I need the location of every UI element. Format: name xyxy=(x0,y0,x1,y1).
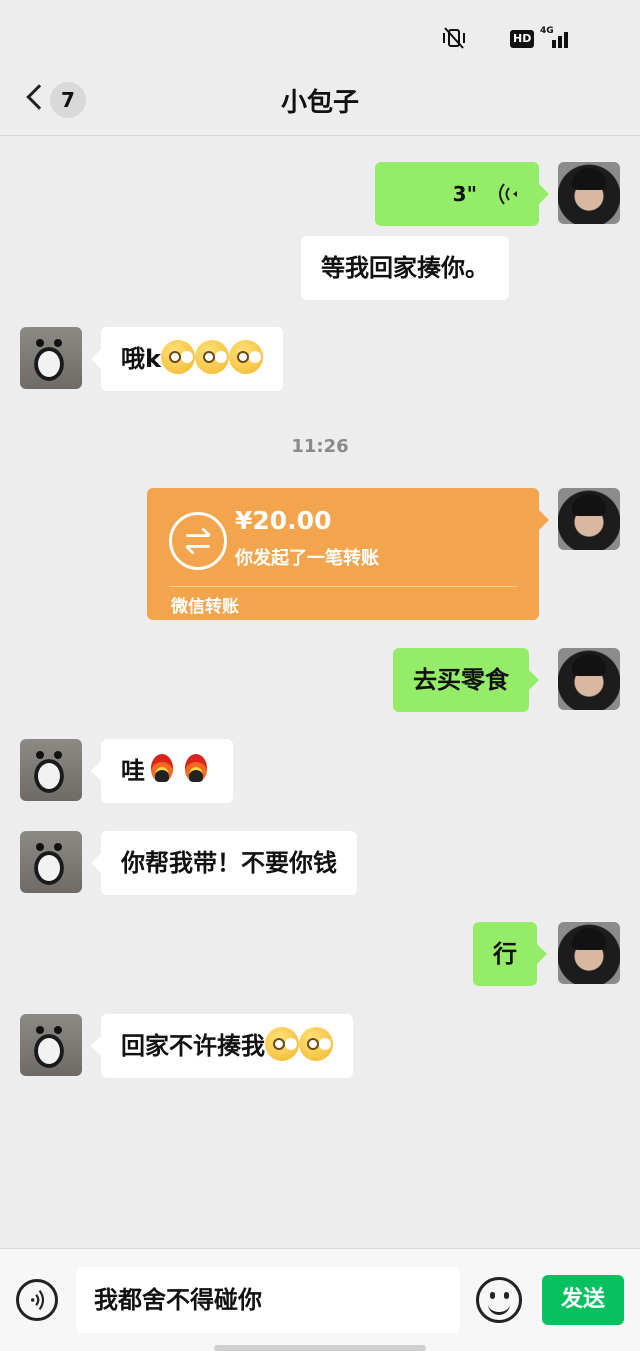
fire-penguin-emoji xyxy=(145,752,179,786)
my-avatar[interactable] xyxy=(558,648,620,710)
network-type-label: 4G xyxy=(540,26,554,36)
message-text: 去买零食 xyxy=(413,666,509,694)
contact-avatar[interactable] xyxy=(20,739,82,801)
vibrate-mute-icon xyxy=(443,27,465,49)
transfer-arrows-icon xyxy=(169,512,227,570)
my-avatar[interactable] xyxy=(558,162,620,224)
send-button[interactable]: 发送 xyxy=(542,1275,624,1325)
chat-message-bubble[interactable]: 你帮我带！不要你钱 xyxy=(91,831,357,895)
salute-face-emoji xyxy=(265,1027,299,1061)
salute-face-emoji xyxy=(194,340,229,374)
chat-header: 7 小包子 xyxy=(0,70,640,136)
emoji-icon[interactable] xyxy=(476,1277,522,1323)
transfer-amount: ¥20.00 xyxy=(235,506,332,535)
transfer-description: 你发起了一笔转账 xyxy=(235,548,379,569)
message-input[interactable]: 我都舍不得碰你 xyxy=(76,1267,460,1333)
fire-penguin-emoji xyxy=(179,752,213,786)
voice-wave-icon xyxy=(499,183,517,205)
hd-icon: HD xyxy=(510,30,535,48)
divider xyxy=(169,586,517,587)
chat-message-bubble[interactable]: 去买零食 xyxy=(393,648,539,712)
chat-message-bubble[interactable]: 等我回家揍你。 xyxy=(301,236,509,300)
salute-face-emoji xyxy=(160,340,195,374)
message-text: 等我回家揍你。 xyxy=(321,254,489,282)
transfer-footer: 微信转账 xyxy=(171,597,239,617)
signal-icon: 4G xyxy=(540,26,570,50)
message-text: 哦k xyxy=(121,345,161,373)
message-timestamp: 11:26 xyxy=(291,436,349,457)
voice-mode-icon[interactable] xyxy=(16,1279,58,1321)
input-bar: 我都舍不得碰你 发送 xyxy=(0,1248,640,1351)
my-avatar[interactable] xyxy=(558,488,620,550)
message-text: 回家不许揍我 xyxy=(121,1032,265,1060)
voice-duration: 3" xyxy=(452,182,477,206)
status-bar: HD 4G xyxy=(0,0,640,70)
chat-message-bubble[interactable]: 哇 xyxy=(91,739,233,803)
salute-face-emoji xyxy=(299,1027,333,1061)
contact-avatar[interactable] xyxy=(20,327,82,389)
message-text: 行 xyxy=(493,940,517,968)
my-avatar[interactable] xyxy=(558,922,620,984)
voice-message-bubble[interactable]: 3" xyxy=(375,162,549,226)
message-text: 哇 xyxy=(121,757,145,785)
home-indicator[interactable] xyxy=(214,1345,426,1351)
contact-avatar[interactable] xyxy=(20,831,82,893)
chat-title: 小包子 xyxy=(280,88,359,118)
chat-message-bubble[interactable]: 回家不许揍我 xyxy=(91,1014,353,1078)
chat-message-bubble[interactable]: 哦k xyxy=(91,327,283,391)
message-text: 你帮我带！不要你钱 xyxy=(121,849,337,877)
contact-avatar[interactable] xyxy=(20,1014,82,1076)
transfer-card[interactable]: ¥20.00 你发起了一笔转账 微信转账 xyxy=(147,488,549,620)
salute-face-emoji xyxy=(228,340,263,374)
chat-message-bubble[interactable]: 行 xyxy=(473,922,547,986)
